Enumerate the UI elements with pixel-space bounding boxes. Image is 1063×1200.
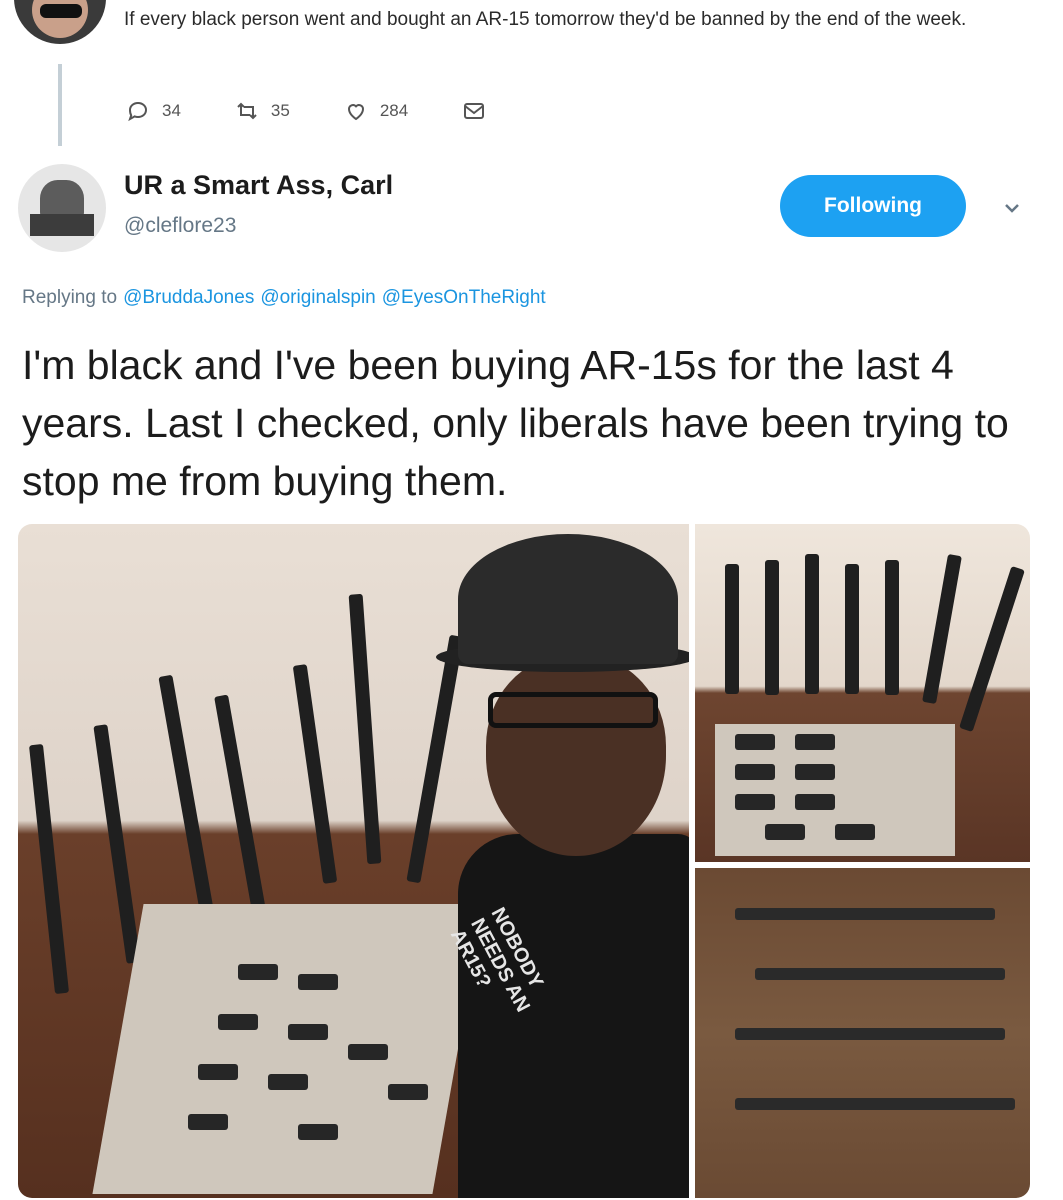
retweet-icon: [237, 102, 257, 120]
reply-action[interactable]: 34: [126, 99, 181, 123]
rifle-shape: [735, 1098, 1015, 1110]
pistol-shape: [835, 824, 875, 840]
pistol-shape: [218, 1014, 258, 1030]
rifle-shape: [292, 664, 338, 884]
reply-count: 34: [162, 101, 181, 120]
replying-prefix: Replying to: [22, 287, 118, 308]
pistol-shape: [795, 764, 835, 780]
rifle-shape: [93, 724, 141, 964]
mention-link[interactable]: @BruddaJones: [123, 287, 254, 308]
chevron-down-icon[interactable]: [1000, 196, 1024, 220]
tweet-media[interactable]: NOBODY NEEDS AN AR15?: [18, 524, 1030, 1198]
pistol-shape: [268, 1074, 308, 1090]
parent-tweet-actions: 34 35 284: [126, 96, 552, 126]
rifle-shape: [755, 968, 1005, 980]
reply-icon: [128, 101, 148, 122]
author-display-name[interactable]: UR a Smart Ass, Carl: [124, 170, 393, 201]
person-face: [486, 656, 666, 856]
tweet-body-text: I'm black and I've been buying AR-15s fo…: [22, 342, 1009, 504]
pistol-shape: [795, 794, 835, 810]
rifle-shape: [959, 565, 1025, 733]
sunglasses-shape: [40, 4, 82, 18]
rifle-shape: [922, 553, 962, 705]
pistol-shape: [735, 734, 775, 750]
pistol-shape: [238, 964, 278, 980]
pistol-shape: [795, 734, 835, 750]
rifle-shape: [725, 564, 739, 694]
author-handle[interactable]: @cleflore23: [124, 214, 236, 238]
retweet-action[interactable]: 35: [235, 99, 290, 123]
rifle-shape: [214, 694, 268, 924]
following-button[interactable]: Following: [780, 175, 966, 237]
pistol-shape: [765, 824, 805, 840]
heart-icon: [347, 104, 364, 121]
rifle-shape: [765, 560, 779, 695]
pistol-shape: [735, 794, 775, 810]
media-photo-rifles-wall[interactable]: [695, 524, 1030, 862]
hat-crown: [458, 534, 678, 664]
floor-mat: [92, 904, 484, 1194]
pistol-shape: [198, 1064, 238, 1080]
pistol-shape: [288, 1024, 328, 1040]
rifle-shape: [805, 554, 819, 694]
media-photo-rifles-table[interactable]: [695, 868, 1030, 1198]
pistol-shape: [388, 1084, 428, 1100]
envelope-icon: [464, 103, 485, 119]
rifle-shape: [845, 564, 859, 694]
glasses-shape: [488, 692, 658, 728]
pistol-shape: [348, 1044, 388, 1060]
replying-to-line: Replying to @BruddaJones @originalspin @Eye…: [22, 287, 546, 309]
parent-avatar[interactable]: [14, 0, 106, 44]
mention-link[interactable]: @EyesOnTheRight: [382, 287, 546, 308]
mention-link[interactable]: @originalspin: [260, 287, 375, 308]
rifle-shape: [158, 674, 216, 924]
rifle-shape: [348, 593, 382, 865]
dm-action[interactable]: [462, 99, 498, 123]
rifle-shape: [885, 560, 899, 695]
pistol-shape: [298, 974, 338, 990]
rifle-shape: [28, 743, 70, 995]
author-avatar[interactable]: [18, 164, 106, 252]
like-action[interactable]: 284: [344, 99, 408, 123]
rifle-shape: [735, 908, 995, 920]
pistol-shape: [735, 764, 775, 780]
avatar-banner: [30, 214, 94, 236]
retweet-count: 35: [270, 101, 290, 120]
pistol-shape: [298, 1124, 338, 1140]
rifle-shape: [735, 1028, 1005, 1040]
like-count: 284: [379, 101, 409, 120]
rifle-shape: [406, 634, 464, 884]
pistol-shape: [188, 1114, 228, 1130]
thread-line: [58, 64, 62, 146]
parent-tweet-text: If every black person went and bought an…: [124, 9, 967, 30]
media-photo-selfie[interactable]: NOBODY NEEDS AN AR15?: [18, 524, 689, 1198]
